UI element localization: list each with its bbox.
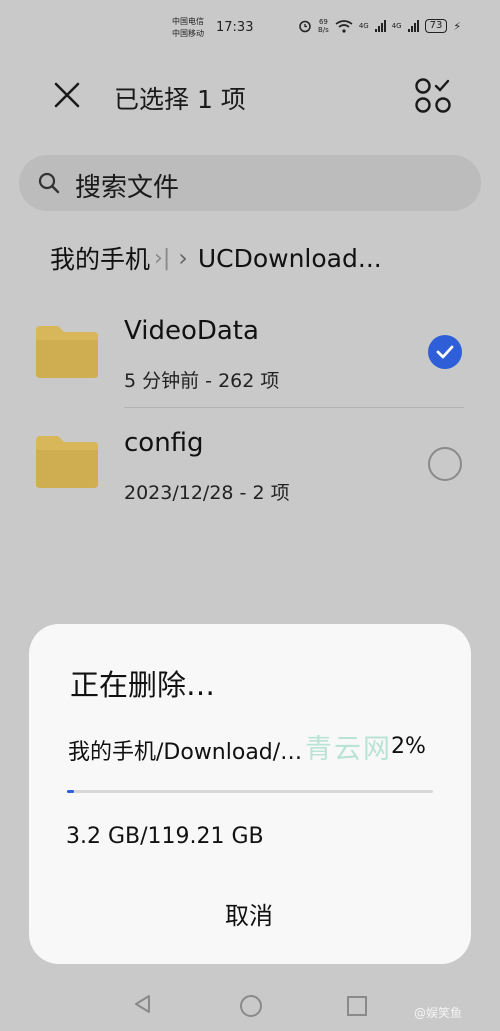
search-placeholder: 搜索文件 [75, 173, 180, 203]
dialog-size: 3.2 GB/119.21 GB [66, 824, 264, 849]
navigation-bar: @娱笑鱼 [0, 976, 500, 1031]
checkmark-icon [436, 345, 454, 359]
row-divider [124, 407, 464, 408]
carrier-2: 中国移动 [172, 29, 204, 38]
wifi-icon [335, 19, 353, 33]
status-bar: 中国电信 中国移动 17:33 69 B/s 4G 4G 73 ⚡ [0, 0, 500, 58]
file-name: config [124, 428, 204, 458]
chevron-right-icon: › [178, 244, 188, 272]
file-meta: 2023/12/28 - 2 项 [124, 482, 290, 504]
breadcrumb-separator-icon: ›| [154, 245, 171, 271]
battery-indicator: 73 [424, 19, 448, 33]
signal-icon-1 [374, 20, 386, 32]
selection-title: 已选择 1 项 [114, 85, 246, 114]
file-row[interactable]: VideoData 5 分钟前 - 262 项 [0, 300, 500, 408]
file-row[interactable]: config 2023/12/28 - 2 项 [0, 412, 500, 520]
close-icon [54, 82, 80, 108]
net-speed-value: 69 [318, 18, 328, 26]
author-credit: @娱笑鱼 [414, 1006, 463, 1020]
status-icons: 69 B/s 4G 4G 73 ⚡ [298, 18, 461, 34]
dialog-title: 正在删除… [70, 668, 216, 702]
carrier-1: 中国电信 [172, 17, 204, 26]
net-speed: 69 B/s [318, 18, 329, 34]
network-type-2: 4G [391, 22, 402, 30]
progress-fill [67, 790, 75, 793]
back-icon[interactable] [133, 994, 153, 1014]
network-type-1: 4G [358, 22, 369, 30]
select-all-icon [415, 78, 451, 113]
net-speed-unit: B/s [318, 26, 329, 34]
breadcrumb-root[interactable]: 我的手机 [50, 240, 150, 276]
folder-icon [36, 436, 98, 488]
breadcrumb-current[interactable]: UCDownload... [198, 244, 410, 273]
signal-icon-2 [407, 20, 419, 32]
folder-icon [36, 326, 98, 378]
alarm-icon [299, 20, 311, 33]
unselected-checkbox[interactable] [428, 447, 462, 481]
close-button[interactable] [50, 78, 84, 112]
search-icon [38, 172, 60, 194]
recents-icon[interactable] [347, 996, 367, 1016]
home-icon[interactable] [240, 995, 262, 1017]
select-all-button[interactable] [414, 76, 454, 116]
breadcrumb: 我的手机 ›| › UCDownload... [50, 238, 480, 278]
selected-checkbox[interactable] [428, 335, 462, 369]
watermark: 青云网 [305, 734, 392, 765]
progress-bar [67, 790, 433, 793]
cancel-button[interactable]: 取消 [199, 896, 299, 936]
dialog-percent: 2% [391, 734, 426, 759]
charging-icon: ⚡ [453, 19, 462, 33]
delete-progress-dialog: 正在删除… 我的手机/Download/… 青云网 2% 3.2 GB/119.… [29, 624, 471, 964]
search-input[interactable]: 搜索文件 [19, 155, 481, 211]
file-meta: 5 分钟前 - 262 项 [124, 370, 280, 392]
clock: 17:33 [216, 20, 254, 35]
file-name: VideoData [124, 316, 259, 346]
carrier-info: 中国电信 中国移动 [172, 16, 204, 40]
